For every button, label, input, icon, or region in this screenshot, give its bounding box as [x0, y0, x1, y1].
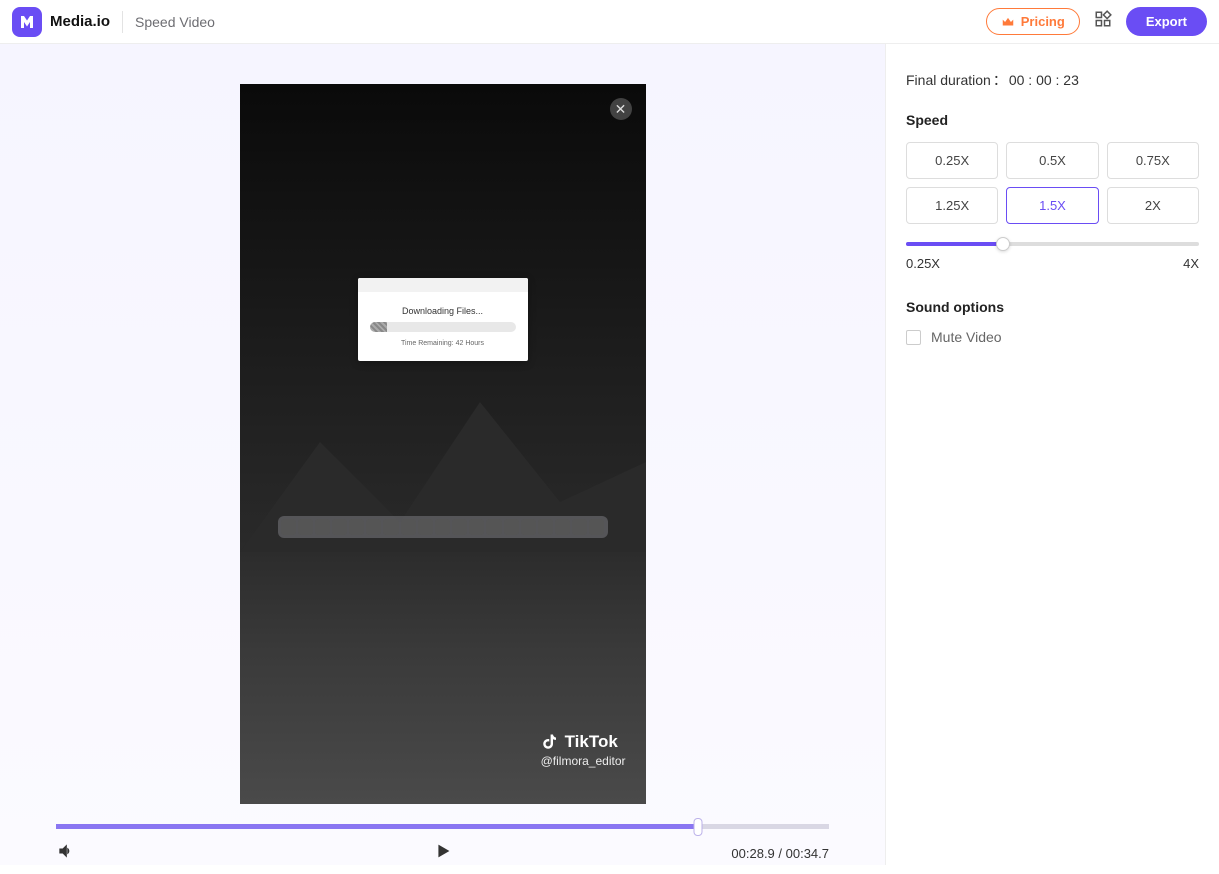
speed-slider[interactable]	[906, 242, 1199, 246]
dock-mock	[278, 516, 608, 538]
mute-label: Mute Video	[931, 329, 1002, 345]
dialog-title: Downloading Files...	[370, 306, 516, 316]
video-preview[interactable]: Downloading Files... Time Remaining: 42 …	[240, 84, 646, 804]
tool-title: Speed Video	[135, 14, 215, 30]
speed-preset-1-25x[interactable]: 1.25X	[906, 187, 998, 224]
speed-preset-0-75x[interactable]: 0.75X	[1107, 142, 1199, 179]
export-button[interactable]: Export	[1126, 7, 1207, 36]
pricing-button[interactable]: Pricing	[986, 8, 1080, 35]
volume-icon[interactable]	[56, 841, 76, 866]
tiktok-icon	[541, 733, 559, 751]
dialog-time: Time Remaining: 42 Hours	[370, 340, 516, 347]
speed-preset-0-5x[interactable]: 0.5X	[1006, 142, 1098, 179]
brand-logo[interactable]	[12, 7, 42, 37]
mute-video-checkbox[interactable]: Mute Video	[906, 329, 1199, 345]
time-label: 00:28.9 / 00:34.7	[731, 846, 829, 861]
close-icon[interactable]: ✕	[610, 98, 632, 120]
speed-preset-0-25x[interactable]: 0.25X	[906, 142, 998, 179]
speed-preset-1-5x[interactable]: 1.5X	[1006, 187, 1098, 224]
sound-section-title: Sound options	[906, 299, 1199, 315]
slider-max-label: 4X	[1183, 256, 1199, 271]
settings-panel: Final duration：00 : 00 : 23 Speed 0.25X0…	[886, 44, 1219, 865]
play-icon[interactable]	[432, 840, 454, 867]
tiktok-watermark: TikTok @filmora_editor	[541, 732, 626, 768]
speed-preset-grid: 0.25X0.5X0.75X 1.25X1.5X2X	[906, 142, 1199, 224]
app-header: Media.io Speed Video Pricing Export	[0, 0, 1219, 44]
speed-slider-thumb[interactable]	[996, 237, 1010, 251]
tiktok-handle: @filmora_editor	[541, 754, 626, 768]
apps-grid-icon[interactable]	[1094, 10, 1112, 33]
pricing-label: Pricing	[1021, 14, 1065, 29]
slider-min-label: 0.25X	[906, 256, 940, 271]
final-duration-row: Final duration：00 : 00 : 23	[906, 70, 1199, 90]
preview-pane: Downloading Files... Time Remaining: 42 …	[0, 44, 886, 865]
checkbox-icon	[906, 330, 921, 345]
crown-icon	[1001, 15, 1015, 29]
brand-name[interactable]: Media.io	[50, 13, 110, 30]
speed-section-title: Speed	[906, 112, 1199, 128]
divider	[122, 11, 123, 33]
download-dialog-mock: Downloading Files... Time Remaining: 42 …	[358, 278, 528, 361]
speed-preset-2x[interactable]: 2X	[1107, 187, 1199, 224]
